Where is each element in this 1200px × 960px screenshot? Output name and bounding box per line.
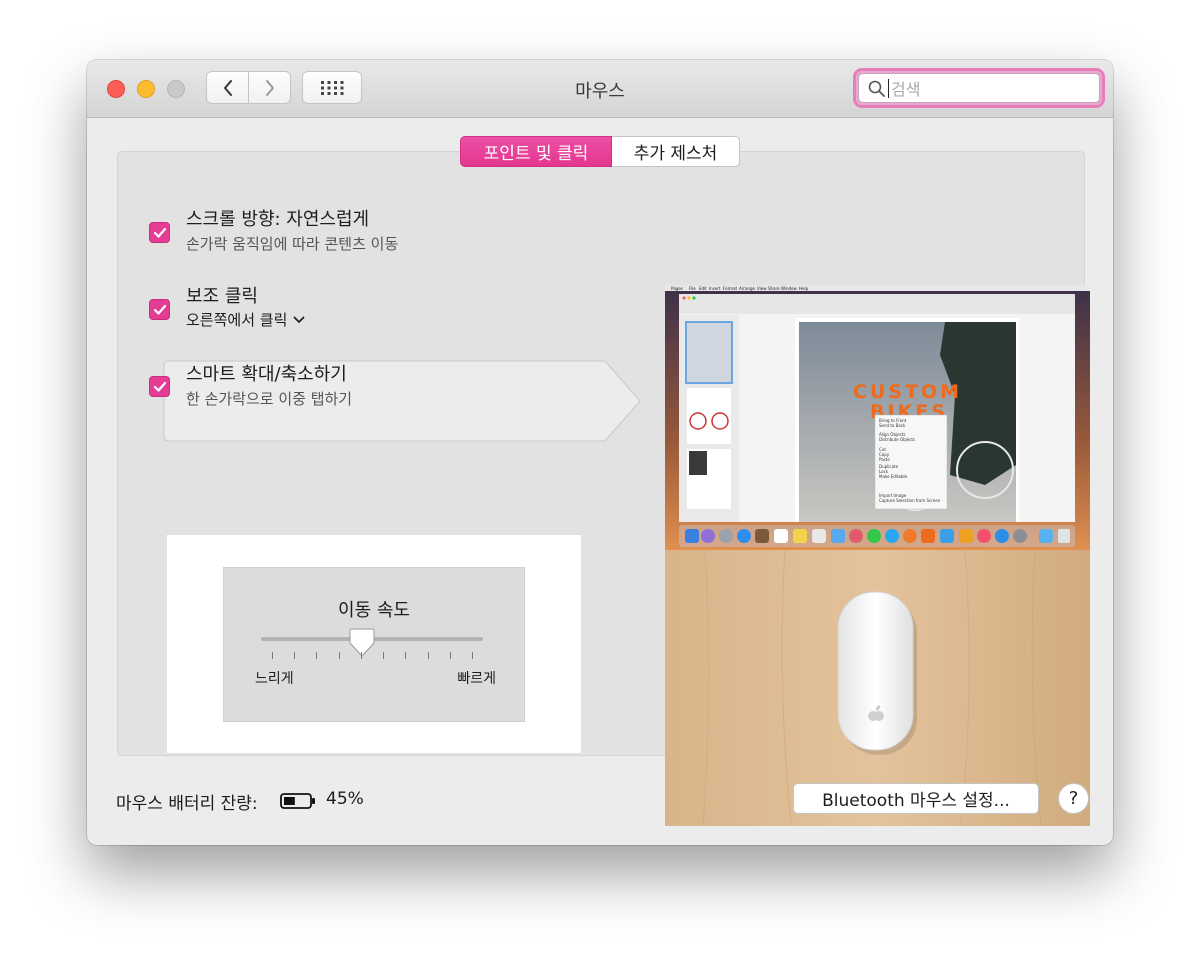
secondary-click-checkbox[interactable]: [149, 299, 170, 320]
tab-more-gestures[interactable]: 추가 제스처: [612, 136, 740, 167]
smart-zoom-title: 스마트 확대/축소하기: [186, 364, 347, 385]
title-bar: 마우스: [87, 60, 1113, 118]
ctx-capture: Capture Selection from Screen: [879, 498, 941, 503]
fast-label: 빠르게: [457, 671, 496, 687]
tracking-speed-box: 이동 속도 느리게 빠르게: [167, 535, 581, 753]
preview-menu-pages: Pages: [671, 286, 683, 291]
ctx-paste: Paste: [879, 457, 890, 462]
checkmark-icon: [153, 304, 166, 315]
preview-menu-format: Format: [723, 286, 738, 291]
slider-tick: [427, 652, 429, 659]
slider-tick: [449, 652, 451, 659]
scroll-direction-subtitle: 손가락 움직임에 따라 콘텐츠 이동: [186, 235, 399, 253]
preview-menu-window: Window: [781, 286, 798, 291]
search-input[interactable]: [889, 77, 1093, 101]
preview-menu-share: Share: [768, 286, 780, 291]
secondary-click-dropdown[interactable]: 오른쪽에서 클릭: [186, 309, 305, 330]
slider-tick: [272, 652, 273, 659]
search-field-inner: [858, 73, 1100, 103]
preview-screen-image: Pages File Edit Insert Format Arrange Vi…: [665, 285, 1090, 550]
slider-tick: [472, 652, 473, 659]
preview-menu-insert: Insert: [709, 286, 721, 291]
preview-menu-arrange: Arrange: [739, 286, 755, 291]
slider-tick: [405, 652, 407, 659]
preview-menu-view: View: [757, 286, 767, 291]
tab-point-and-click[interactable]: 포인트 및 클릭: [460, 136, 612, 167]
preview-menu-edit: Edit: [699, 286, 707, 291]
search-icon: [868, 80, 885, 97]
checkmark-icon: [153, 227, 166, 238]
search-field[interactable]: [853, 68, 1105, 108]
battery-percent: 45%: [326, 789, 364, 809]
checkmark-icon: [153, 381, 166, 392]
battery-icon: [280, 793, 315, 809]
preview-menu-help: Help: [799, 286, 809, 291]
system-preferences-window: 마우스 포인트 및 클릭 추가 제스처 스크롤 방향: 자연스럽게: [87, 60, 1113, 845]
smart-zoom-subtitle: 한 손가락으로 이중 탭하기: [186, 390, 353, 408]
slider-tick: [316, 652, 318, 659]
scroll-direction-checkbox[interactable]: [149, 222, 170, 243]
gesture-preview-image: Pages File Edit Insert Format Arrange Vi…: [665, 285, 1090, 826]
help-button[interactable]: ?: [1058, 783, 1089, 814]
bluetooth-mouse-setup-button[interactable]: Bluetooth 마우스 설정...: [793, 783, 1039, 814]
slider-tick: [360, 652, 362, 659]
tracking-speed-inner: 이동 속도 느리게 빠르게: [223, 567, 525, 722]
secondary-click-value: 오른쪽에서 클릭: [186, 311, 288, 329]
ctx-send-back: Send to Back: [879, 423, 906, 428]
slider-tick: [294, 652, 296, 659]
preview-menu-file: File: [689, 286, 696, 291]
tab-segmented-control: 포인트 및 클릭 추가 제스처: [460, 136, 740, 167]
ctx-make-editable: Make Editable: [879, 474, 908, 479]
tracking-speed-label: 이동 속도: [338, 600, 410, 621]
battery-label: 마우스 배터리 잔량:: [116, 794, 258, 814]
slider-tick: [383, 652, 385, 659]
tracking-speed-thumb[interactable]: [349, 628, 375, 658]
settings-panel: 스크롤 방향: 자연스럽게 손가락 움직임에 따라 콘텐츠 이동 보조 클릭 오…: [117, 151, 1090, 826]
secondary-click-title: 보조 클릭: [186, 286, 258, 307]
chevron-down-icon: [293, 316, 305, 323]
scroll-direction-title: 스크롤 방향: 자연스럽게: [186, 209, 370, 230]
ctx-distribute: Distribute Objects: [879, 437, 915, 442]
slow-label: 느리게: [255, 671, 294, 687]
preview-doc-heading: CUSTOM: [853, 381, 962, 403]
smart-zoom-checkbox[interactable]: [149, 376, 170, 397]
slider-tick: [338, 652, 340, 659]
